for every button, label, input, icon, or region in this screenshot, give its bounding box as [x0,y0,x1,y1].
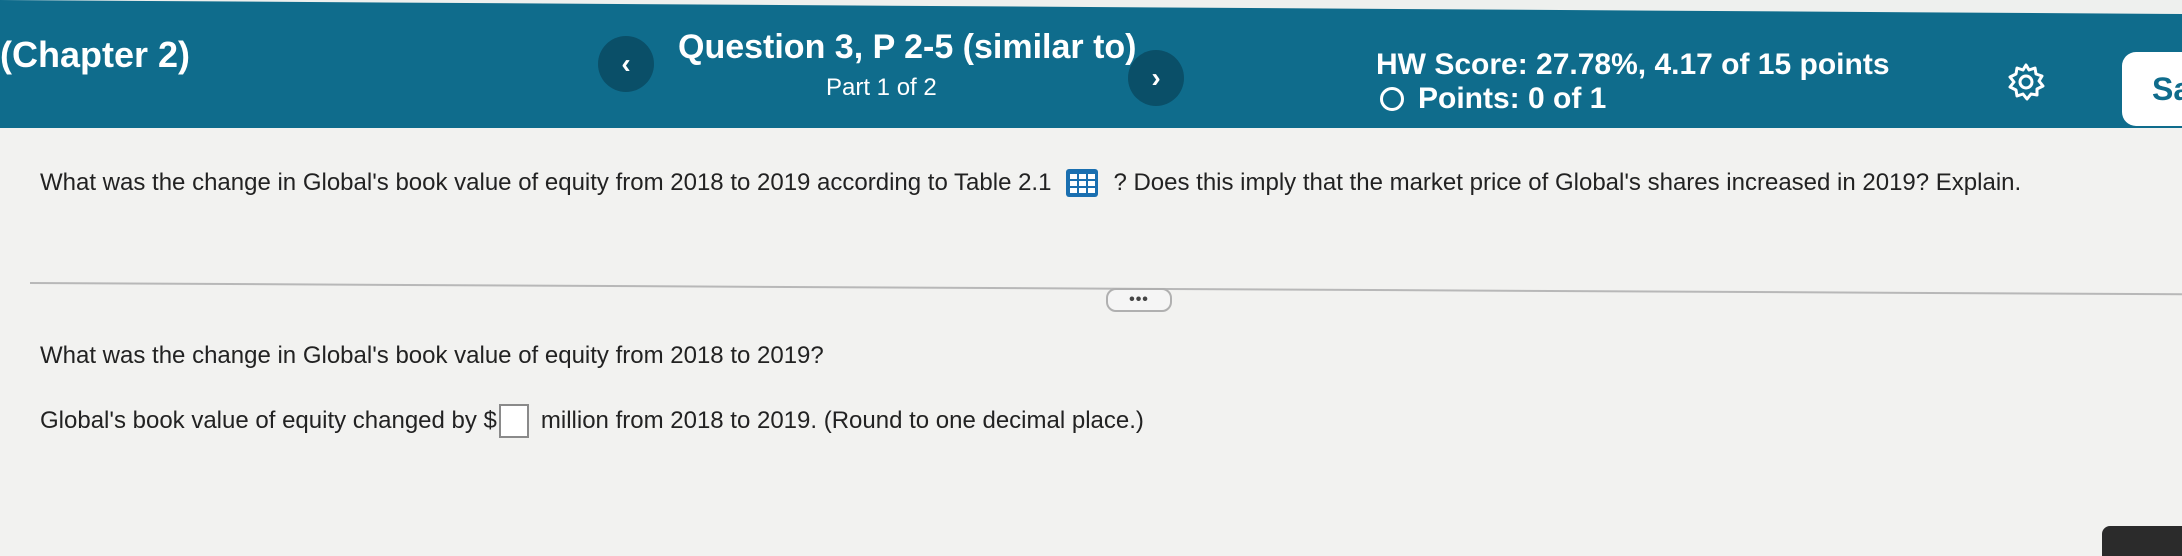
answer-input[interactable] [498,404,529,438]
question-part: Part 1 of 2 [826,74,937,101]
answer-suffix: million from 2018 to 2019. (Round to one… [540,407,1144,434]
question-title: Question 3, P 2-5 (similar to) [678,28,1137,66]
header-edge [0,0,2182,14]
points-text: Points: 0 of 1 [1418,82,1607,115]
points-status: Points: 0 of 1 [1380,82,1606,116]
question-text-before: What was the change in Global's book val… [40,169,1052,196]
hw-score: HW Score: 27.78%, 4.17 of 15 points [1376,48,1890,81]
table-icon[interactable] [1065,168,1099,198]
chevron-right-icon: › [1151,62,1161,93]
save-button[interactable]: Sa [2122,52,2182,126]
circle-status-icon [1380,87,1404,111]
chevron-left-icon: ‹ [621,48,631,79]
previous-question-button[interactable]: ‹ [598,36,654,92]
answer-line: Global's book value of equity changed by… [40,404,1144,438]
corner-button[interactable] [2102,526,2182,556]
answer-prefix: Global's book value of equity changed by… [40,407,497,434]
sub-question: What was the change in Global's book val… [40,342,824,369]
next-question-button[interactable]: › [1128,50,1184,106]
gear-icon[interactable] [2006,62,2046,102]
question-prompt: What was the change in Global's book val… [40,168,2021,198]
more-button[interactable]: ••• [1106,288,1172,312]
question-text-after: ? Does this imply that the market price … [1113,169,2022,196]
header-bar: (Chapter 2) ‹ Question 3, P 2-5 (similar… [0,0,2182,128]
chapter-title: (Chapter 2) [0,34,191,75]
